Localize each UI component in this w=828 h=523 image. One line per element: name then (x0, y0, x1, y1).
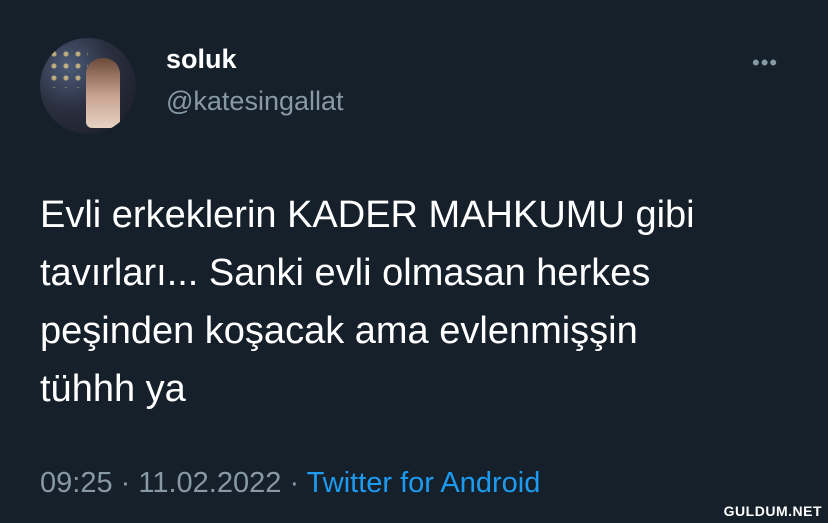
tweet-time[interactable]: 09:25 (40, 467, 113, 499)
display-name[interactable]: soluk (166, 44, 237, 75)
tweet-text: Evli erkeklerin KADER MAHKUMU gibi tavır… (40, 186, 810, 418)
tweet-card: soluk @katesingallat ••• Evli erkeklerin… (0, 0, 828, 523)
avatar-background (48, 48, 88, 88)
tweet-date[interactable]: 11.02.2022 (138, 467, 281, 499)
tweet-meta: 09:25 · 11.02.2022 · Twitter for Android (40, 467, 540, 500)
tweet-source-link[interactable]: Twitter for Android (307, 467, 541, 499)
avatar-figure (86, 58, 120, 128)
tweet-text-line: Evli erkeklerin KADER MAHKUMU gibi (40, 194, 695, 236)
tweet-text-line: tavırları... Sanki evli olmasan herkes (40, 252, 651, 294)
meta-separator: · (120, 467, 131, 499)
tweet-text-line: peşinden koşacak ama evlenmişşin (40, 310, 638, 352)
avatar[interactable] (40, 38, 136, 134)
meta-separator: · (289, 467, 300, 499)
site-watermark: GULDUM.NET (723, 503, 822, 519)
tweet-text-line: tühhh ya (40, 368, 186, 410)
user-handle[interactable]: @katesingallat (166, 86, 344, 117)
more-horizontal-icon[interactable]: ••• (752, 50, 778, 76)
